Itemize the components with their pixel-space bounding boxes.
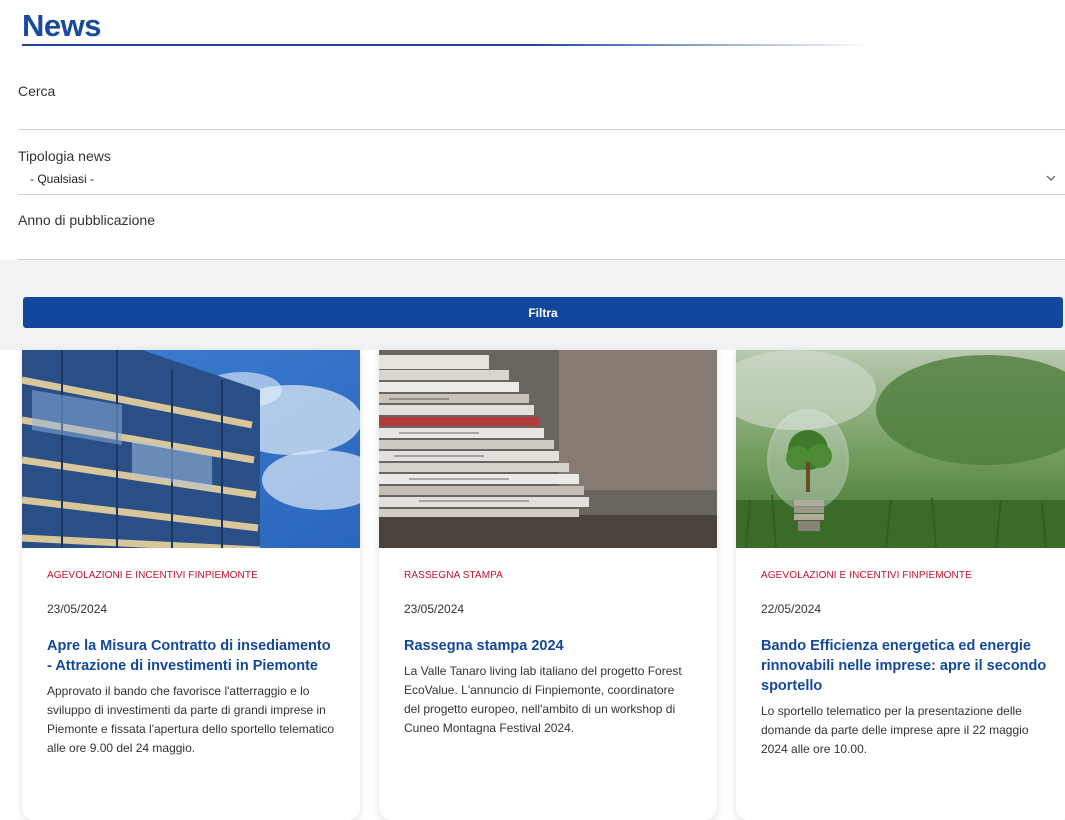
news-card[interactable]: AGEVOLAZIONI E INCENTIVI FINPIEMONTE 22/… — [736, 350, 1065, 820]
card-date: 22/05/2024 — [761, 602, 822, 616]
card-summary: Lo sportello telematico per la presentaz… — [761, 704, 1029, 756]
news-type-label: Tipologia news — [18, 148, 111, 164]
filter-button[interactable]: Filtra — [23, 297, 1063, 328]
card-title-link[interactable]: Rassegna stampa 2024 — [404, 636, 692, 656]
news-card[interactable]: AGEVOLAZIONI E INCENTIVI FINPIEMONTE 23/… — [22, 350, 360, 820]
chevron-down-icon[interactable] — [1043, 170, 1059, 186]
page-title: News — [22, 8, 101, 43]
card-category: AGEVOLAZIONI E INCENTIVI FINPIEMONTE — [761, 570, 972, 581]
building-image — [22, 350, 360, 548]
card-category: RASSEGNA STAMPA — [404, 570, 503, 581]
card-summary: Approvato il bando che favorisce l'atter… — [47, 684, 335, 755]
card-category: AGEVOLAZIONI E INCENTIVI FINPIEMONTE — [47, 570, 258, 581]
news-type-select[interactable]: - Qualsiasi - — [30, 172, 94, 186]
search-input[interactable] — [18, 129, 1065, 130]
card-date: 23/05/2024 — [47, 602, 108, 616]
search-label: Cerca — [18, 83, 56, 99]
card-summary: La Valle Tanaro living lab italiano del … — [404, 664, 682, 735]
lightbulb-tree-image — [736, 350, 1065, 548]
card-title-link[interactable]: Apre la Misura Contratto di insediamento… — [47, 636, 335, 676]
news-type-underline — [18, 194, 1065, 195]
year-label: Anno di pubblicazione — [18, 212, 155, 228]
title-underline — [22, 44, 872, 46]
newspapers-image — [379, 350, 717, 548]
card-date: 23/05/2024 — [404, 602, 465, 616]
card-title-link[interactable]: Bando Efficienza energetica ed energie r… — [761, 636, 1049, 696]
news-card[interactable]: RASSEGNA STAMPA 23/05/2024 Rassegna stam… — [379, 350, 717, 820]
